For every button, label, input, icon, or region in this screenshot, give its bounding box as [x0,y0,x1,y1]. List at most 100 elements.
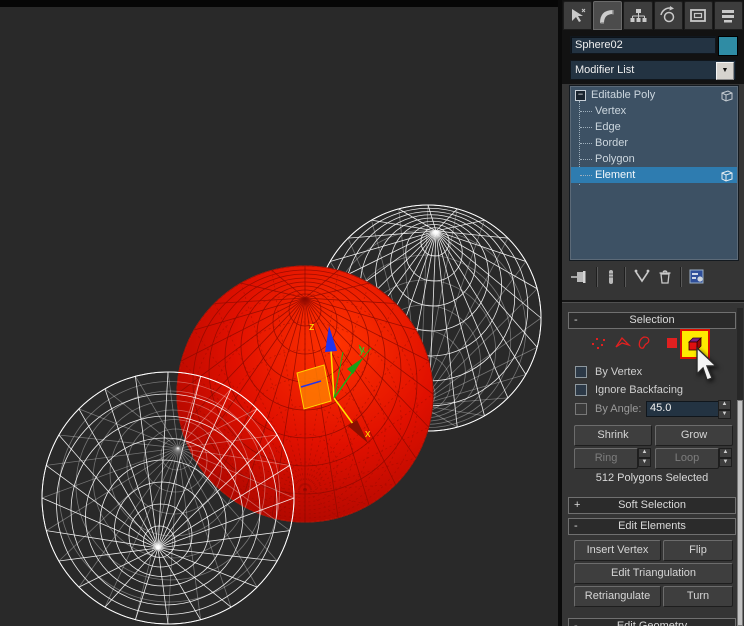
tab-hierarchy[interactable] [623,1,653,30]
perspective-viewport[interactable]: z y x [0,0,558,626]
remove-modifier-icon[interactable] [656,268,674,286]
modify-tab-icon [599,9,614,24]
axis-label-y: y [359,344,365,356]
ring-spinner[interactable]: ▲ ▼ [638,448,651,467]
stack-item-label: Vertex [595,105,627,117]
by-vertex-checkbox[interactable] [575,366,587,378]
dropdown-arrow-icon[interactable]: ▼ [716,62,734,80]
panel-groove [562,300,744,303]
edit-geometry-rollout-header[interactable]: - Edit Geometry [568,618,736,626]
ignore-backfacing-label: Ignore Backfacing [595,384,684,396]
tree-stub [580,175,592,176]
rollout-title: Soft Selection [618,499,686,511]
edit-elements-rollout: - Edit Elements Insert Vertex Flip Edit … [568,518,736,607]
axis-label-z: z [309,321,315,333]
pin-stack-icon[interactable] [570,268,590,286]
configure-modifier-sets-icon[interactable] [688,268,706,286]
3dsmax-window: z y x Sphere02 Modifier List ▼ − Editabl… [0,0,744,626]
viewport-top-border [0,0,558,7]
command-panel-tabs [563,1,744,30]
stack-row-element-selected[interactable]: Element [571,167,737,183]
by-angle-checkbox[interactable] [575,403,587,415]
tree-stub [580,159,592,160]
border-subobject-icon[interactable] [637,335,653,351]
stack-item-label: Border [595,137,629,149]
rollout-toggle-icon[interactable]: + [574,498,580,512]
modifier-stack[interactable]: − Editable Poly Vertex Edge Border Polyg… [569,85,739,261]
tree-stub [580,111,592,112]
rollout-title: Edit Elements [618,520,686,532]
show-in-viewport-cube-icon[interactable] [720,88,734,102]
show-end-result-icon[interactable] [604,268,618,286]
toolbar-separator [624,267,626,287]
edit-geometry-rollout: - Edit Geometry [568,618,736,626]
edit-elements-rollout-header[interactable]: - Edit Elements [568,518,736,535]
object-name-field[interactable]: Sphere02 [570,36,716,54]
stack-item-label: Edge [595,121,621,133]
spinner-down-icon[interactable]: ▼ [718,409,731,419]
stack-row-polygon[interactable]: Polygon [571,151,737,167]
toolbar-separator [680,267,682,287]
ignore-backfacing-checkbox[interactable] [575,384,587,396]
make-unique-icon[interactable] [632,268,652,286]
turn-button[interactable]: Turn [663,586,733,607]
rollout-toggle-icon[interactable]: - [574,313,578,327]
create-tab-icon [571,8,585,22]
stack-item-label: Element [595,169,636,181]
edit-triangulation-button[interactable]: Edit Triangulation [574,563,733,584]
soft-selection-rollout: + Soft Selection [568,497,736,514]
spinner-up-icon[interactable]: ▲ [718,400,731,410]
spinner-down-icon[interactable]: ▼ [719,457,732,467]
stack-row-vertex[interactable]: Vertex [571,103,737,119]
panel-scrollbar-thumb[interactable] [737,400,743,626]
stack-row-edge[interactable]: Edge [571,119,737,135]
mouse-cursor [696,346,718,381]
tree-stub [580,127,592,128]
motion-tab-icon [660,5,675,22]
grow-button[interactable]: Grow [655,425,733,446]
flip-button[interactable]: Flip [663,540,733,561]
tree-stub [580,143,592,144]
vertex-subobject-icon[interactable] [590,335,606,351]
show-in-viewport-cube-icon[interactable] [720,168,734,182]
axis-label-x: x [365,428,371,440]
edge-subobject-icon[interactable] [614,335,632,351]
retriangulate-button[interactable]: Retriangulate [574,586,661,607]
utilities-tab-icon [722,9,735,22]
object-color-swatch[interactable] [718,36,738,56]
spinner-up-icon[interactable]: ▲ [638,448,651,458]
tab-motion[interactable] [653,1,683,30]
stack-row-editable-poly[interactable]: − Editable Poly [571,87,737,103]
by-angle-spinner[interactable]: ▲ ▼ [718,400,731,419]
rollout-toggle-icon[interactable]: - [574,519,578,533]
collapse-minus-icon[interactable]: − [575,90,586,101]
stack-toolbar [570,264,736,290]
hierarchy-tab-icon [630,8,647,22]
by-angle-value-field[interactable]: 45.0 [646,401,720,417]
selection-status-text: 512 Polygons Selected [595,472,709,484]
stack-row-border[interactable]: Border [571,135,737,151]
insert-vertex-button[interactable]: Insert Vertex [574,540,661,561]
modifier-list-label: Modifier List [575,64,635,76]
shrink-button[interactable]: Shrink [574,425,652,446]
polygon-subobject-icon[interactable] [664,335,680,351]
tab-display[interactable] [683,1,713,30]
display-tab-icon [690,8,707,22]
tab-utilities[interactable] [713,1,744,30]
loop-spinner[interactable]: ▲ ▼ [719,448,732,467]
viewport-canvas[interactable]: z y x [0,0,558,626]
tab-modify[interactable] [593,1,623,30]
rollout-toggle-icon[interactable]: - [574,619,578,626]
modifier-list-dropdown[interactable]: Modifier List ▼ [570,60,736,80]
command-panel: Sphere02 Modifier List ▼ − Editable Poly… [562,0,744,626]
loop-button[interactable]: Loop [655,448,719,469]
spinner-down-icon[interactable]: ▼ [638,457,651,467]
stack-root-label: Editable Poly [591,89,656,101]
soft-selection-rollout-header[interactable]: + Soft Selection [568,497,736,514]
selection-rollout-header[interactable]: - Selection [568,312,736,329]
stack-item-label: Polygon [595,153,635,165]
tab-create[interactable] [563,1,593,30]
spinner-up-icon[interactable]: ▲ [719,448,732,458]
toolbar-separator [596,267,598,287]
ring-button[interactable]: Ring [574,448,638,469]
